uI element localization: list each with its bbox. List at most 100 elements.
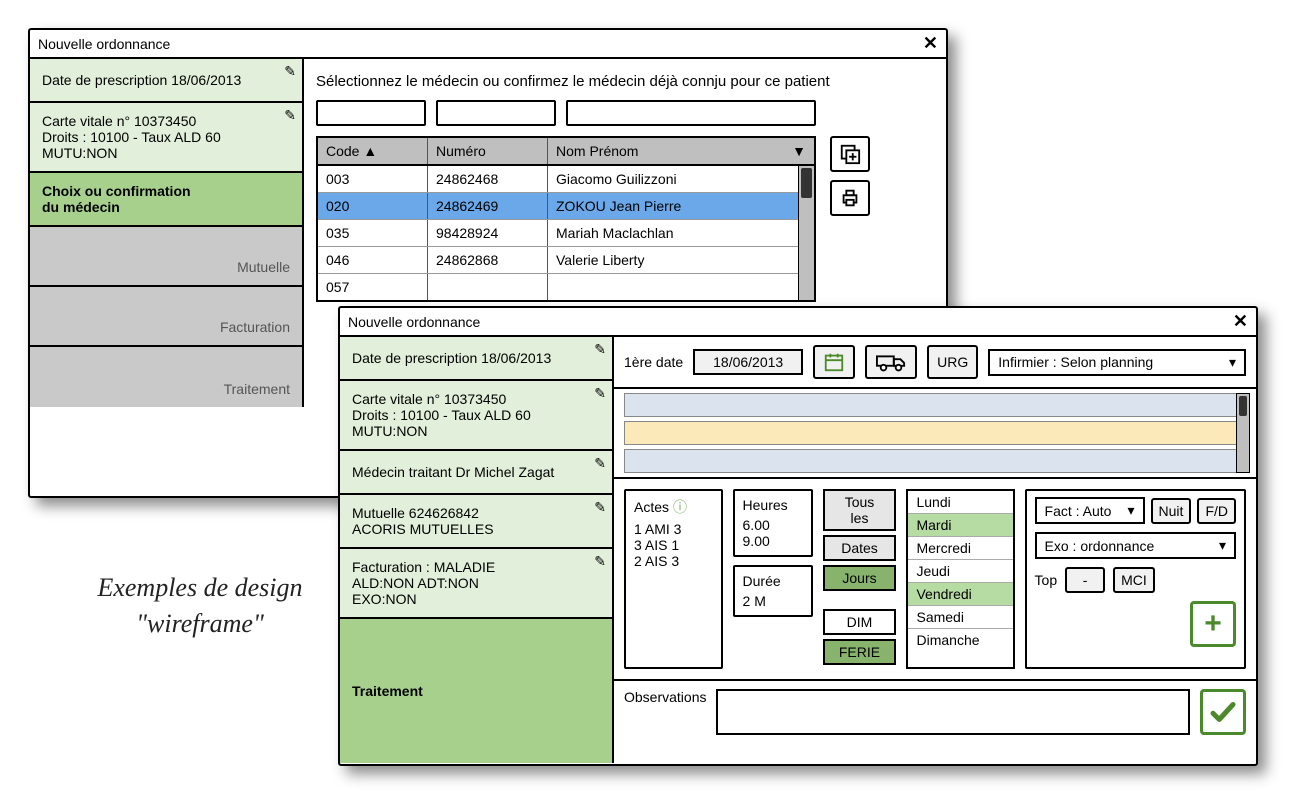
step-label: Date de prescription 18/06/2013 xyxy=(352,350,600,366)
cell-code: 046 xyxy=(318,247,428,273)
day-mardi[interactable]: Mardi xyxy=(908,514,1012,537)
close-icon[interactable]: ✕ xyxy=(923,33,938,54)
col-numero[interactable]: Numéro xyxy=(428,138,548,164)
confirm-button[interactable] xyxy=(1200,689,1246,735)
titlebar: Nouvelle ordonnance ✕ xyxy=(340,308,1256,337)
day-vendredi[interactable]: Vendredi xyxy=(908,583,1012,606)
cell-code: 035 xyxy=(318,220,428,246)
step-label: Facturation xyxy=(220,319,290,335)
add-line-button[interactable]: + xyxy=(1190,601,1236,647)
first-date-label: 1ère date xyxy=(624,354,683,370)
fd-button[interactable]: F/D xyxy=(1197,498,1236,524)
add-button[interactable] xyxy=(830,136,870,172)
fact-select[interactable]: Fact : Auto▾ xyxy=(1035,497,1145,524)
dim-button[interactable]: DIM xyxy=(823,609,897,635)
day-dimanche[interactable]: Dimanche xyxy=(908,629,1012,651)
step-line: ACORIS MUTUELLES xyxy=(352,521,600,537)
step-choix-medecin[interactable]: Choix ou confirmation du médecin xyxy=(30,173,302,227)
step-line: du médecin xyxy=(42,199,290,215)
pencil-icon[interactable]: ✎ xyxy=(594,455,606,472)
step-label: Traitement xyxy=(224,381,290,397)
table-row[interactable]: 00324862468Giacomo Guilizzoni xyxy=(318,166,814,193)
day-mercredi[interactable]: Mercredi xyxy=(908,537,1012,560)
step-medecin[interactable]: ✎ Médecin traitant Dr Michel Zagat xyxy=(340,451,612,495)
step-prescription-date[interactable]: ✎ Date de prescription 18/06/2013 xyxy=(340,337,612,381)
cell-numero: 24862468 xyxy=(428,166,548,192)
band-blue[interactable] xyxy=(624,449,1246,473)
cell-numero: 98428924 xyxy=(428,220,548,246)
help-icon[interactable]: ⓘ xyxy=(673,497,687,517)
table-row[interactable]: 02024862469ZOKOU Jean Pierre xyxy=(318,193,814,220)
filter-nom-input[interactable] xyxy=(566,100,816,126)
calendar-button[interactable] xyxy=(813,345,855,379)
col-code[interactable]: Code ▲ xyxy=(318,138,428,164)
col-nom[interactable]: Nom Prénom ▼ xyxy=(548,138,814,164)
scrollbar[interactable] xyxy=(798,166,814,300)
close-icon[interactable]: ✕ xyxy=(1233,311,1248,332)
step-prescription-date[interactable]: ✎ Date de prescription 18/06/2013 xyxy=(30,59,302,103)
step-facturation[interactable]: ✎ Facturation : MALADIE ALD:NON ADT:NON … xyxy=(340,549,612,619)
filter-code-input[interactable] xyxy=(316,100,426,126)
step-label: Mutuelle xyxy=(237,259,290,275)
observations-input[interactable] xyxy=(716,689,1190,735)
ferie-button[interactable]: FERIE xyxy=(823,639,897,665)
print-button[interactable] xyxy=(830,180,870,216)
pencil-icon[interactable]: ✎ xyxy=(594,499,606,516)
acte-item: 2 AIS 3 xyxy=(634,553,713,569)
table-row[interactable]: 03598428924Mariah Maclachlan xyxy=(318,220,814,247)
exo-select[interactable]: Exo : ordonnance▾ xyxy=(1035,532,1236,559)
caption-text: Exemples de design "wireframe" xyxy=(70,570,330,643)
cell-numero xyxy=(428,274,548,300)
dates-button[interactable]: Dates xyxy=(823,535,897,561)
band-blue[interactable] xyxy=(624,393,1246,417)
table-row[interactable]: 057 xyxy=(318,274,814,300)
step-carte-vitale[interactable]: ✎ Carte vitale n° 10373450 Droits : 1010… xyxy=(340,381,612,451)
day-jeudi[interactable]: Jeudi xyxy=(908,560,1012,583)
scrollbar[interactable] xyxy=(1236,393,1250,473)
doctor-table: Code ▲ Numéro Nom Prénom ▼ 00324862468Gi… xyxy=(316,136,816,302)
window-treatment: Nouvelle ordonnance ✕ ✎ Date de prescrip… xyxy=(338,306,1258,766)
cell-nom: Valerie Liberty xyxy=(548,247,814,273)
step-mutuelle[interactable]: ✎ Mutuelle 624626842 ACORIS MUTUELLES xyxy=(340,495,612,549)
mci-button[interactable]: MCI xyxy=(1113,567,1155,593)
nuit-button[interactable]: Nuit xyxy=(1151,498,1192,524)
planning-select[interactable]: Infirmier : Selon planning▾ xyxy=(988,349,1246,376)
step-line: Mutuelle 624626842 xyxy=(352,505,600,521)
sidebar: ✎ Date de prescription 18/06/2013 ✎ Cart… xyxy=(30,59,304,407)
cell-nom: Giacomo Guilizzoni xyxy=(548,166,814,192)
step-line: Droits : 10100 - Taux ALD 60 xyxy=(42,129,290,145)
day-lundi[interactable]: Lundi xyxy=(908,491,1012,514)
pencil-icon[interactable]: ✎ xyxy=(594,385,606,402)
pencil-icon[interactable]: ✎ xyxy=(594,553,606,570)
filter-numero-input[interactable] xyxy=(436,100,556,126)
top-value[interactable]: - xyxy=(1065,567,1105,593)
table-row[interactable]: 04624862868Valerie Liberty xyxy=(318,247,814,274)
delivery-button[interactable] xyxy=(865,345,917,379)
urg-button[interactable]: URG xyxy=(927,345,978,379)
band-yellow[interactable] xyxy=(624,421,1246,445)
step-facturation-disabled: Facturation xyxy=(30,287,302,347)
step-traitement-disabled: Traitement xyxy=(30,347,302,407)
step-line: Carte vitale n° 10373450 xyxy=(42,113,290,129)
chevron-down-icon: ▾ xyxy=(1128,502,1135,519)
step-line: Facturation : MALADIE xyxy=(352,559,600,575)
step-label: Médecin traitant Dr Michel Zagat xyxy=(352,464,600,480)
chevron-down-icon: ▾ xyxy=(1219,537,1226,554)
step-line: MUTU:NON xyxy=(352,423,600,439)
pencil-icon[interactable]: ✎ xyxy=(284,107,296,124)
step-carte-vitale[interactable]: ✎ Carte vitale n° 10373450 Droits : 1010… xyxy=(30,103,302,173)
jours-button[interactable]: Jours xyxy=(823,565,897,591)
step-label: Date de prescription 18/06/2013 xyxy=(42,72,290,88)
tousles-button[interactable]: Tous les xyxy=(823,489,897,531)
duree-panel: Durée 2 M xyxy=(733,565,813,617)
window-title: Nouvelle ordonnance xyxy=(348,314,480,330)
date-input[interactable]: 18/06/2013 xyxy=(693,349,803,375)
step-traitement[interactable]: Traitement xyxy=(340,619,612,763)
step-line: MUTU:NON xyxy=(42,145,290,161)
panel-title: Actes xyxy=(634,499,669,515)
day-samedi[interactable]: Samedi xyxy=(908,606,1012,629)
pencil-icon[interactable]: ✎ xyxy=(594,341,606,358)
table-actions xyxy=(830,136,870,224)
pencil-icon[interactable]: ✎ xyxy=(284,63,296,80)
cell-numero: 24862469 xyxy=(428,193,548,219)
